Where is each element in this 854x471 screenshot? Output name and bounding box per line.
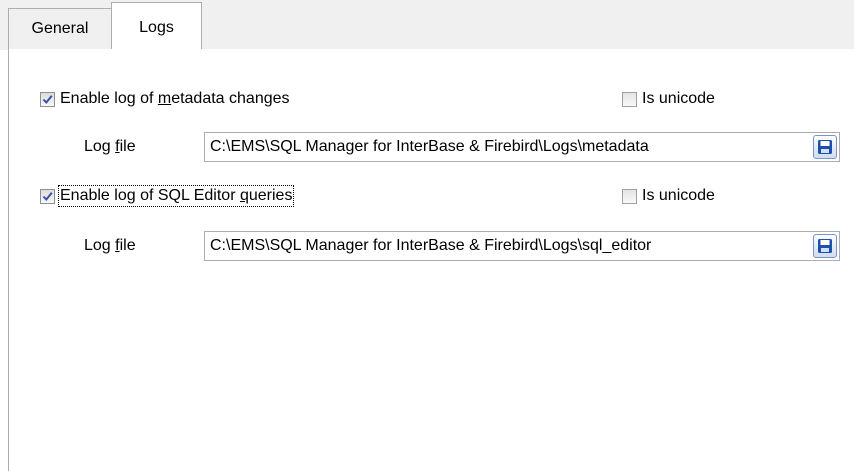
checkmark-icon <box>42 94 53 104</box>
label-part: etadata changes <box>171 90 290 107</box>
label-part: Log <box>84 138 116 155</box>
checkbox-checked-box <box>40 188 55 204</box>
enable-metadata-log-checkbox[interactable]: Enable log of metadata changes <box>40 90 290 108</box>
label-accesskey: q <box>239 187 249 204</box>
sql-logfile-input[interactable]: C:\EMS\SQL Manager for InterBase & Fireb… <box>205 237 813 255</box>
sql-unicode-label: Is unicode <box>642 187 715 204</box>
metadata-unicode-label: Is unicode <box>642 90 715 107</box>
enable-sql-log-checkbox[interactable]: Enable log of SQL Editor queries <box>40 185 295 207</box>
metadata-logfile-label: Log file <box>84 138 136 156</box>
sql-logfile-label: Log file <box>84 237 136 255</box>
label-part: ile <box>119 138 136 155</box>
label-part: Enable log of SQL Editor <box>60 187 240 204</box>
enable-sql-log-label: Enable log of SQL Editor queries <box>57 185 295 207</box>
tab-logs-label: Logs <box>139 19 174 36</box>
checkbox-unchecked-box <box>622 188 637 204</box>
sql-unicode-checkbox[interactable]: Is unicode <box>622 187 715 205</box>
checkbox-checked-box <box>40 91 55 107</box>
label-accesskey: m <box>157 90 172 107</box>
label-part: Log <box>84 237 116 254</box>
label-part: Enable log of <box>60 90 158 107</box>
label-part: ile <box>119 237 136 254</box>
checkmark-icon <box>42 191 53 201</box>
tab-general-label: General <box>31 20 89 37</box>
enable-metadata-log-label: Enable log of metadata changes <box>60 90 290 108</box>
label-part: ueries <box>248 187 293 204</box>
metadata-logfile-save-button[interactable] <box>813 135 837 159</box>
metadata-logfile-field[interactable]: C:\EMS\SQL Manager for InterBase & Fireb… <box>204 132 840 162</box>
sql-logfile-save-button[interactable] <box>813 234 837 258</box>
sql-logfile-field[interactable]: C:\EMS\SQL Manager for InterBase & Fireb… <box>204 231 840 261</box>
metadata-logfile-input[interactable]: C:\EMS\SQL Manager for InterBase & Fireb… <box>205 138 813 156</box>
floppy-disk-icon <box>818 239 832 253</box>
tab-logs[interactable]: Logs <box>111 2 202 50</box>
metadata-unicode-checkbox[interactable]: Is unicode <box>622 90 715 108</box>
floppy-disk-icon <box>818 140 832 154</box>
checkbox-unchecked-box <box>622 91 637 107</box>
tab-general[interactable]: General <box>8 8 112 49</box>
